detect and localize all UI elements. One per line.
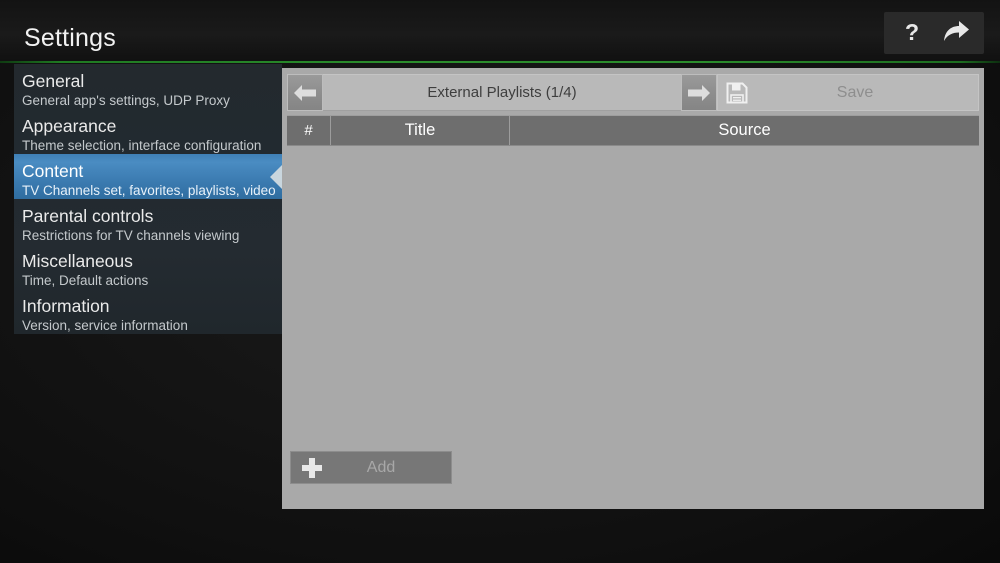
accent-divider (0, 61, 1000, 63)
sidebar-item-subtitle: General app's settings, UDP Proxy (22, 93, 230, 108)
save-button[interactable]: Save (717, 74, 979, 111)
page-title: Settings (24, 24, 116, 52)
selection-pointer-icon (270, 163, 282, 190)
playlist-title: External Playlists (1/4) (323, 74, 681, 111)
forward-arrow-icon (944, 21, 969, 41)
sidebar-item-title: Information (22, 296, 110, 316)
playlist-navigation-header: External Playlists (1/4) Save (287, 74, 979, 111)
sidebar-item-appearance[interactable]: Appearance Theme selection, interface co… (14, 109, 282, 154)
sidebar-item-subtitle: Restrictions for TV channels viewing (22, 228, 240, 243)
svg-text:?: ? (905, 20, 919, 45)
playlist-table-header: # Title Source (287, 115, 979, 146)
save-icon-wrap (718, 75, 756, 110)
sidebar-item-title: Appearance (22, 116, 117, 136)
exit-button[interactable] (934, 12, 978, 54)
sidebar-item-title: Content (22, 161, 84, 181)
save-button-label: Save (836, 83, 874, 101)
next-playlist-button[interactable] (681, 74, 717, 111)
sidebar-item-information[interactable]: Information Version, service information (14, 289, 282, 334)
add-button-label: Add (366, 458, 396, 476)
previous-playlist-button[interactable] (287, 74, 323, 111)
sidebar-item-title: Miscellaneous (22, 251, 133, 271)
plus-icon (302, 457, 322, 478)
settings-screen: Settings ? General General app's setting… (0, 0, 1000, 563)
content-panel: External Playlists (1/4) Save # Title So… (282, 68, 984, 509)
right-arrow-icon (688, 84, 710, 101)
sidebar-item-miscellaneous[interactable]: Miscellaneous Time, Default actions (14, 244, 282, 289)
titlebar-button-group: ? (884, 12, 984, 54)
question-mark-icon: ? (905, 20, 919, 45)
sidebar-item-subtitle: TV Channels set, favorites, playlists, v… (22, 183, 276, 198)
help-button[interactable]: ? (890, 12, 934, 54)
column-header-index: # (287, 116, 331, 145)
add-playlist-button[interactable]: Add (290, 451, 452, 484)
sidebar-item-title: Parental controls (22, 206, 154, 226)
playlist-table-body[interactable] (287, 146, 979, 447)
sidebar-item-subtitle: Theme selection, interface configuration (22, 138, 262, 153)
floppy-disk-icon (726, 82, 748, 103)
title-bar: Settings ? (0, 0, 1000, 63)
sidebar-item-subtitle: Time, Default actions (22, 273, 149, 288)
sidebar-item-parental-controls[interactable]: Parental controls Restrictions for TV ch… (14, 199, 282, 244)
left-arrow-icon (294, 84, 316, 101)
add-icon-wrap (291, 452, 333, 483)
sidebar-item-general[interactable]: General General app's settings, UDP Prox… (14, 64, 282, 109)
column-header-source: Source (718, 121, 771, 139)
sidebar-item-content[interactable]: Content TV Channels set, favorites, play… (14, 154, 282, 199)
settings-sidebar: General General app's settings, UDP Prox… (14, 64, 282, 334)
sidebar-item-title: General (22, 71, 85, 91)
sidebar-item-subtitle: Version, service information (22, 318, 188, 333)
column-header-title: Title (331, 116, 510, 145)
